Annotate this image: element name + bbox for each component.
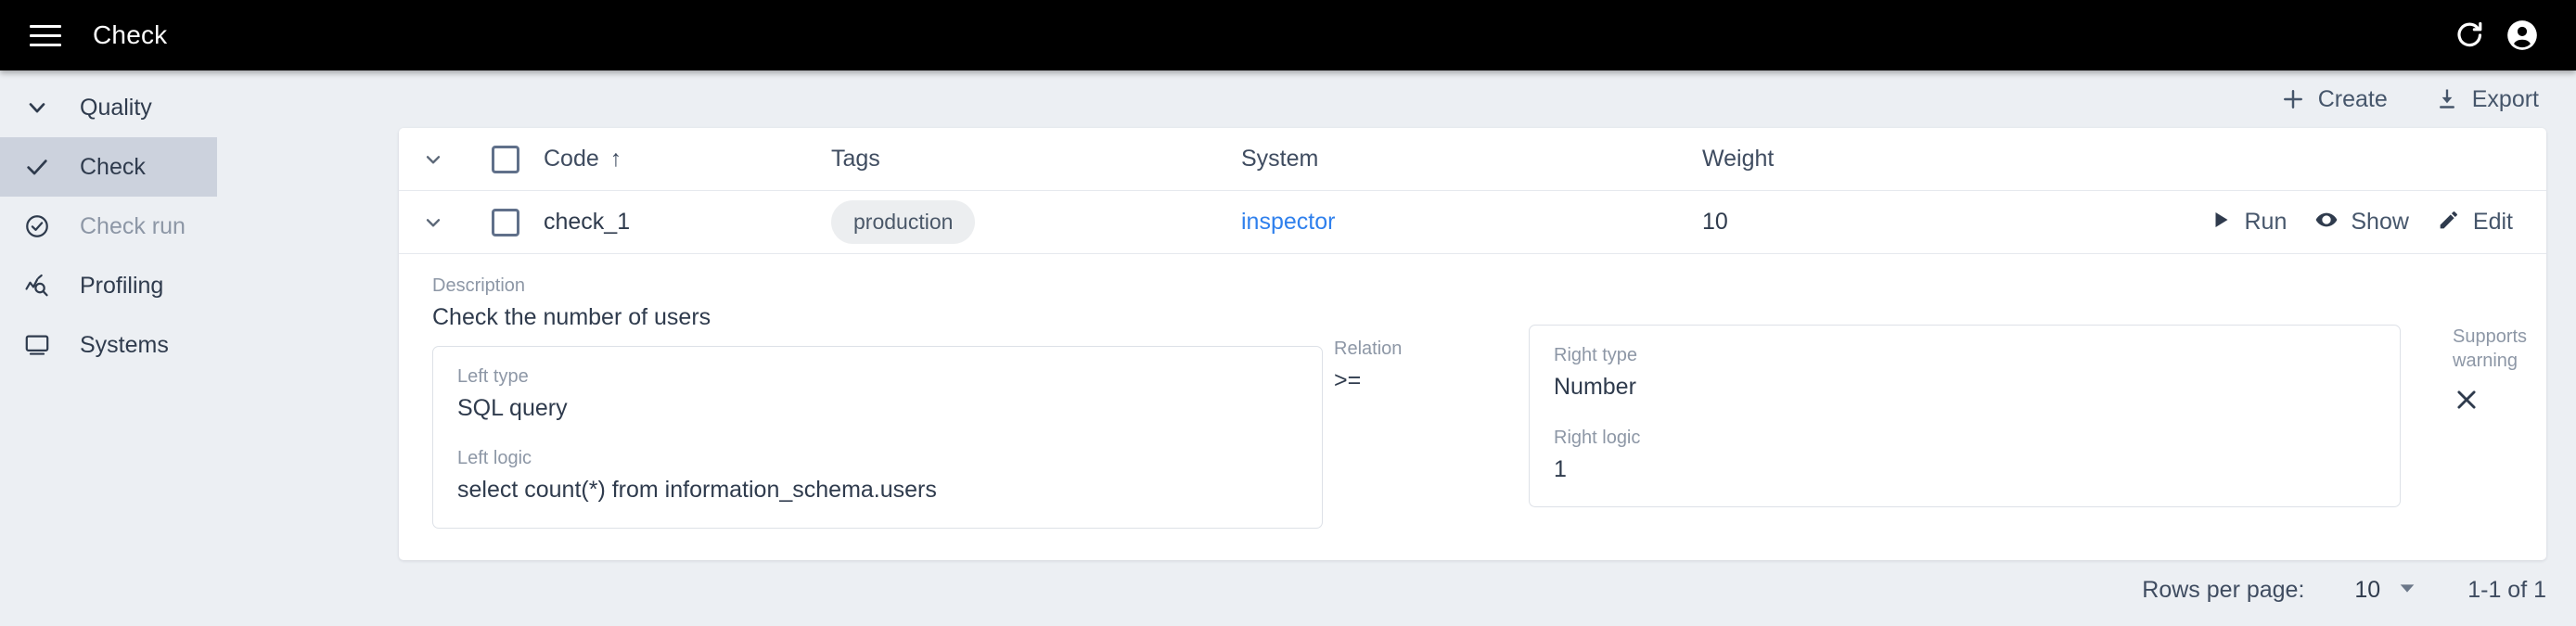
play-icon — [2210, 209, 2232, 236]
table-toolbar: Create Export — [2273, 70, 2546, 128]
application-root: Check Quality Check Check run Profiling … — [0, 0, 2576, 626]
cell-code: check_1 — [544, 209, 631, 235]
sort-ascending-icon: ↑ — [609, 146, 622, 172]
expand-all-toggle[interactable] — [399, 147, 468, 172]
checks-table: Code ↑ Tags System Weight check_1 produc… — [399, 128, 2546, 560]
check-icon — [24, 154, 63, 180]
right-type-field: Right type Number — [1554, 344, 2376, 402]
cell-tags: production — [831, 200, 1241, 244]
left-logic-label: Left logic — [457, 448, 532, 468]
row-checkbox[interactable] — [468, 208, 544, 236]
left-type-label: Left type — [457, 365, 529, 387]
show-button-label: Show — [2351, 209, 2409, 235]
sidebar-item-quality[interactable]: Quality — [0, 78, 217, 137]
refresh-icon[interactable] — [2444, 9, 2496, 61]
create-button-label: Create — [2317, 85, 2388, 112]
run-button[interactable]: Run — [2210, 209, 2287, 236]
check-circle-icon — [24, 213, 63, 239]
relation-field: Relation >= — [1323, 275, 1529, 396]
table-row[interactable]: check_1 production inspector 10 Run Show… — [399, 191, 2546, 254]
sidebar-item-label: Profiling — [80, 272, 164, 299]
caret-down-icon — [2397, 578, 2417, 603]
left-logic-value: select count(*) from information_schema.… — [457, 477, 937, 503]
profiling-icon — [24, 273, 63, 299]
monitor-icon — [24, 332, 63, 358]
supports-warning-field: Supports warning — [2401, 275, 2527, 418]
cell-weight: 10 — [1702, 209, 1728, 235]
pencil-icon — [2437, 208, 2461, 236]
export-button-label: Export — [2471, 85, 2539, 112]
sidebar-item-label: Check run — [80, 212, 186, 239]
run-button-label: Run — [2244, 209, 2288, 235]
relation-value: >= — [1334, 367, 1362, 393]
sidebar-nav: Quality Check Check run Profiling System… — [0, 70, 217, 626]
page-title: Check — [93, 20, 168, 49]
detail-right-column: Right type Number Right logic 1 — [1529, 275, 2401, 507]
left-logic-field: Left logic select count(*) from informat… — [457, 447, 1298, 505]
row-actions: Run Show Edit — [2018, 208, 2546, 236]
right-operand-box: Right type Number Right logic 1 — [1529, 325, 2401, 507]
column-header-code-label: Code — [544, 146, 599, 172]
table-header-row: Code ↑ Tags System Weight — [399, 128, 2546, 191]
sidebar-item-label: Quality — [80, 94, 152, 121]
row-detail-panel: Description Check the number of users Le… — [399, 254, 2546, 560]
detail-left-column: Description Check the number of users Le… — [432, 275, 1323, 529]
right-logic-value: 1 — [1554, 455, 1567, 482]
account-circle-icon[interactable] — [2496, 9, 2548, 61]
tag-chip[interactable]: production — [831, 200, 976, 244]
column-header-weight[interactable]: Weight — [1702, 146, 2018, 172]
sidebar-item-label: Check — [80, 153, 146, 180]
row-expand-toggle[interactable] — [399, 211, 468, 235]
checkbox-box — [492, 208, 519, 236]
chevron-down-icon — [24, 95, 63, 121]
right-logic-label: Right logic — [1554, 427, 1641, 448]
description-field: Description Check the number of users — [432, 275, 1323, 333]
download-icon — [2434, 86, 2460, 112]
table-pagination: Rows per page: 10 1-1 of 1 — [2142, 554, 2546, 626]
rows-per-page-label: Rows per page: — [2142, 576, 2305, 603]
checkbox-box — [492, 145, 519, 173]
plus-icon — [2280, 86, 2306, 112]
top-app-bar: Check — [0, 0, 2576, 70]
right-logic-field: Right logic 1 — [1554, 427, 2376, 485]
show-button[interactable]: Show — [2314, 208, 2409, 236]
left-type-value: SQL query — [457, 394, 568, 421]
hamburger-menu-icon[interactable] — [21, 11, 70, 59]
description-value: Check the number of users — [432, 304, 711, 330]
close-x-icon — [2453, 386, 2527, 418]
create-button[interactable]: Create — [2273, 81, 2395, 119]
eye-icon — [2314, 208, 2339, 236]
left-operand-box: Left type SQL query Left logic select co… — [432, 345, 1323, 529]
main-content: Create Export Code ↑ Tags System Weight … — [217, 70, 2576, 626]
description-label: Description — [432, 275, 526, 296]
edit-button[interactable]: Edit — [2437, 208, 2513, 236]
export-button[interactable]: Export — [2427, 81, 2546, 119]
right-type-value: Number — [1554, 374, 1636, 400]
right-type-label: Right type — [1554, 345, 1638, 365]
cell-system: inspector — [1241, 209, 1702, 236]
rows-per-page-value: 10 — [2354, 576, 2381, 603]
sidebar-item-label: Systems — [80, 331, 169, 358]
rows-per-page-select[interactable]: 10 — [2354, 577, 2417, 604]
system-link[interactable]: inspector — [1241, 209, 1335, 235]
relation-label: Relation — [1334, 339, 1403, 359]
supports-warning-label: Supports warning — [2453, 326, 2528, 371]
sidebar-item-check-run[interactable]: Check run — [0, 197, 217, 256]
sidebar-item-check[interactable]: Check — [0, 137, 217, 197]
pagination-range-label: 1-1 of 1 — [2467, 576, 2546, 603]
sidebar-item-systems[interactable]: Systems — [0, 315, 217, 375]
edit-button-label: Edit — [2472, 209, 2513, 235]
sidebar-item-profiling[interactable]: Profiling — [0, 256, 217, 315]
left-type-field: Left type SQL query — [457, 365, 1298, 424]
column-header-system[interactable]: System — [1241, 146, 1702, 172]
column-header-tags[interactable]: Tags — [831, 146, 1241, 172]
column-header-code[interactable]: Code ↑ — [544, 146, 831, 172]
select-all-checkbox[interactable] — [468, 145, 544, 173]
